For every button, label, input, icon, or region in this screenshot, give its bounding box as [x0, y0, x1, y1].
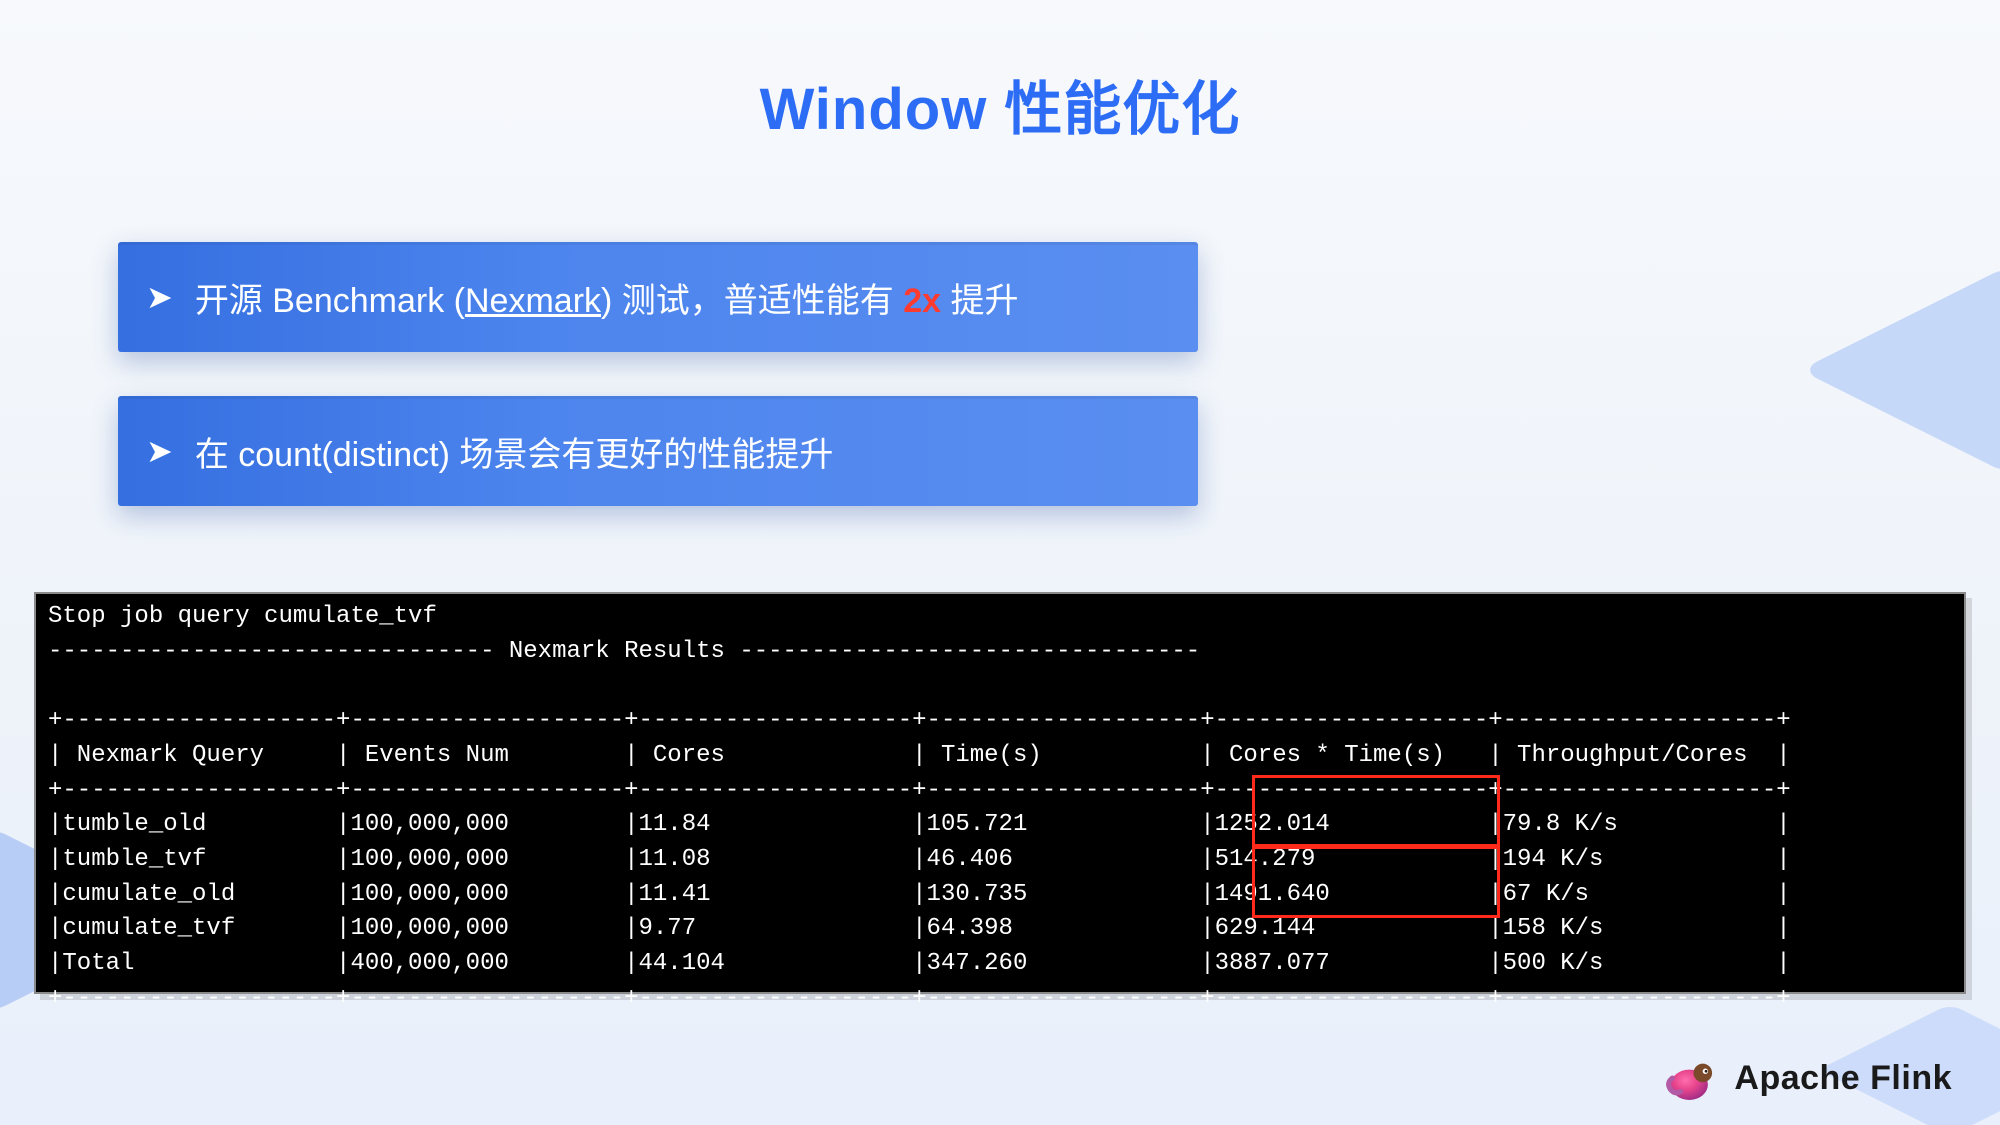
bullet-1-mid: ) 测试，普适性能有 [601, 282, 903, 320]
slide-title: Window 性能优化 [0, 62, 2000, 146]
nexmark-link[interactable]: Nexmark [465, 282, 601, 320]
decorative-cube [1862, 222, 2000, 519]
brand-text: Apache Flink [1734, 1059, 1952, 1098]
chevron-icon: ➤ [146, 432, 173, 470]
bullet-2-text: 在 count(distinct) 场景会有更好的性能提升 [195, 427, 834, 476]
bullet-1-post: 提升 [941, 282, 1018, 320]
terminal-output: Stop job query cumulate_tvf ------------… [34, 592, 1966, 994]
bullet-2: ➤ 在 count(distinct) 场景会有更好的性能提升 [118, 396, 1198, 506]
footer: Apache Flink [1664, 1051, 1952, 1105]
bullet-1-text: 开源 Benchmark (Nexmark) 测试，普适性能有 2x 提升 [195, 273, 1019, 322]
chevron-icon: ➤ [146, 278, 173, 316]
flink-logo-icon [1664, 1051, 1718, 1105]
bullet-1: ➤ 开源 Benchmark (Nexmark) 测试，普适性能有 2x 提升 [118, 242, 1198, 352]
slide: Window 性能优化 ➤ 开源 Benchmark (Nexmark) 测试，… [0, 0, 2000, 1125]
bullet-1-pre: 开源 Benchmark ( [195, 282, 465, 320]
terminal-pre: Stop job query cumulate_tvf ------------… [48, 600, 1952, 1016]
bullet-1-highlight: 2x [903, 282, 941, 320]
